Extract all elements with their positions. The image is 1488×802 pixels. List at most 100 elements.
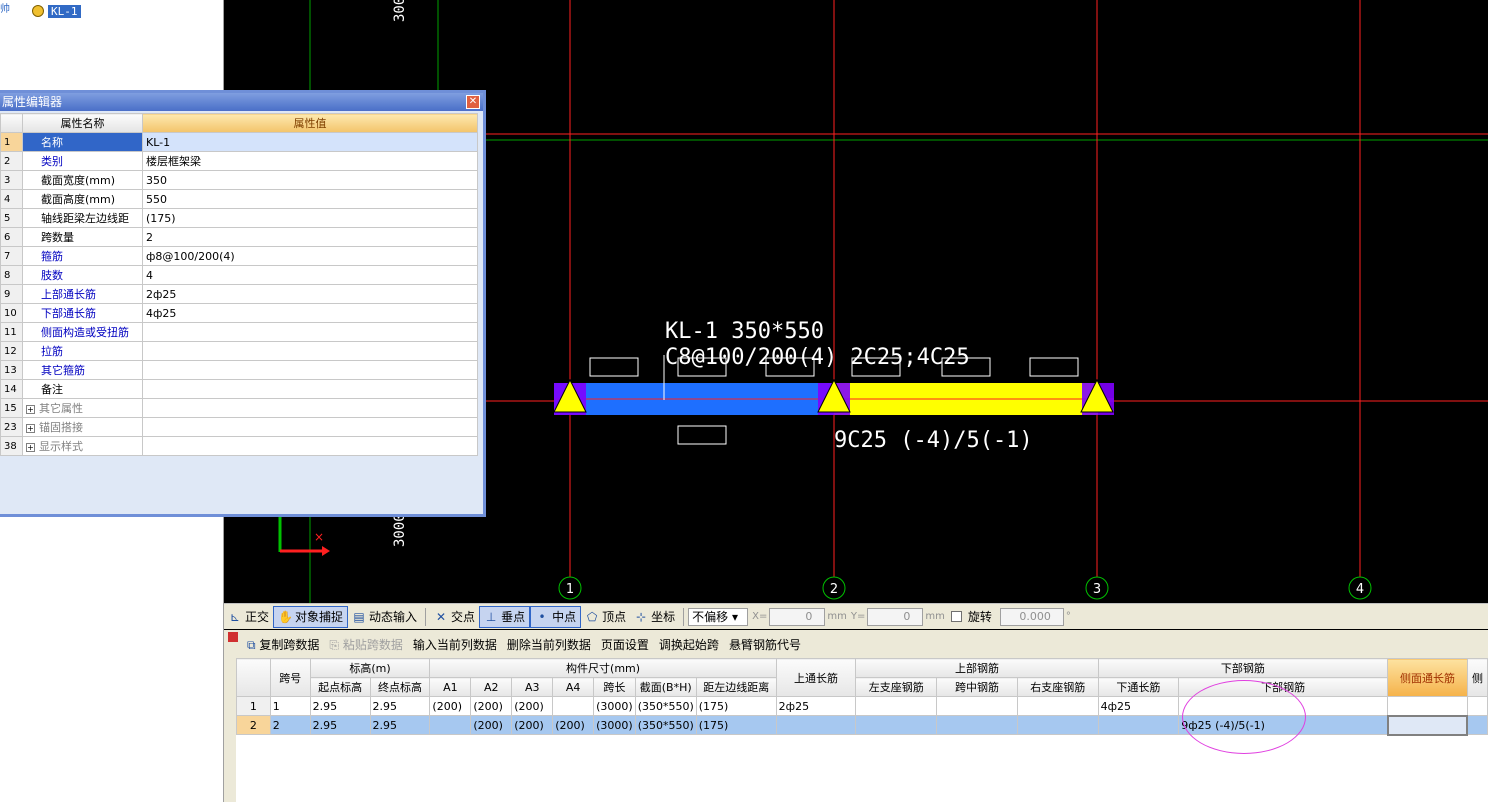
expand-icon[interactable]: + bbox=[26, 443, 35, 452]
cantilever-code-button[interactable]: 悬臂钢筋代号 bbox=[724, 636, 806, 653]
cell-right_sup[interactable] bbox=[1016, 715, 1099, 735]
cell-sec[interactable]: (350*550) bbox=[634, 715, 697, 735]
property-value[interactable] bbox=[142, 417, 478, 437]
page-setup-button[interactable]: 页面设置 bbox=[596, 636, 654, 653]
cell-a2[interactable]: (200) bbox=[470, 696, 513, 716]
col-header-name: 属性名称 bbox=[22, 113, 143, 133]
property-row[interactable]: 38 + 显示样式 bbox=[0, 436, 478, 456]
expand-icon[interactable]: + bbox=[26, 424, 35, 433]
cell-mid[interactable] bbox=[936, 715, 1018, 735]
property-row[interactable]: 4 截面高度(mm) 550 bbox=[0, 189, 478, 209]
property-value[interactable] bbox=[142, 379, 478, 399]
cell-a4[interactable]: (200) bbox=[552, 715, 595, 735]
property-row[interactable]: 5 轴线距梁左边线距 (175) bbox=[0, 208, 478, 228]
property-value[interactable] bbox=[142, 360, 478, 380]
cell-side[interactable] bbox=[1386, 714, 1469, 736]
swap-start-span-button[interactable]: 调换起始跨 bbox=[654, 636, 724, 653]
perpendicular-snap-button[interactable]: ⊥ 垂点 bbox=[479, 605, 531, 628]
cell-more[interactable] bbox=[1466, 715, 1488, 735]
cell-len[interactable]: (3000) bbox=[593, 696, 636, 716]
coord-snap-button[interactable]: ⊹ 坐标 bbox=[630, 606, 679, 628]
property-value[interactable]: 2 bbox=[142, 227, 478, 247]
property-value[interactable] bbox=[142, 436, 478, 456]
property-value[interactable]: 4ф25 bbox=[142, 303, 478, 323]
cell-a1[interactable]: (200) bbox=[429, 696, 472, 716]
property-editor-titlebar[interactable]: 属性编辑器 ✕ bbox=[0, 93, 483, 111]
property-value[interactable]: 550 bbox=[142, 189, 478, 209]
mark-box[interactable] bbox=[589, 357, 639, 377]
cell-a2[interactable]: (200) bbox=[470, 715, 513, 735]
property-row[interactable]: 23 + 锚固搭接 bbox=[0, 417, 478, 437]
input-column-button[interactable]: 输入当前列数据 bbox=[408, 636, 502, 653]
cell-start[interactable]: 2.95 bbox=[309, 696, 371, 716]
cell-a4[interactable] bbox=[552, 696, 595, 716]
property-value[interactable]: 350 bbox=[142, 170, 478, 190]
property-value[interactable]: 2ф25 bbox=[142, 284, 478, 304]
panel-close-icon[interactable] bbox=[228, 632, 238, 642]
cell-left_sup[interactable] bbox=[855, 696, 938, 716]
close-icon[interactable]: ✕ bbox=[466, 95, 480, 109]
property-row[interactable]: 14 备注 bbox=[0, 379, 478, 399]
vertex-snap-button[interactable]: ⬠ 顶点 bbox=[581, 606, 630, 628]
cell-end[interactable]: 2.95 bbox=[369, 696, 431, 716]
rotate-angle-input[interactable]: 0.000 bbox=[999, 607, 1064, 626]
cell-bot_long[interactable]: 4ф25 bbox=[1097, 696, 1180, 716]
cell-a1[interactable] bbox=[429, 715, 472, 735]
property-row[interactable]: 15 + 其它属性 bbox=[0, 398, 478, 418]
property-row[interactable]: 3 截面宽度(mm) 350 bbox=[0, 170, 478, 190]
expand-icon[interactable]: + bbox=[26, 405, 35, 414]
cell-a3[interactable]: (200) bbox=[511, 715, 554, 735]
property-row[interactable]: 1 名称 KL-1 bbox=[0, 132, 478, 152]
cell-top_long[interactable]: 2ф25 bbox=[775, 696, 857, 716]
cell-right_sup[interactable] bbox=[1016, 696, 1099, 716]
cell-start[interactable]: 2.95 bbox=[309, 715, 371, 735]
cell-span[interactable]: 1 bbox=[269, 696, 311, 716]
y-coordinate-input[interactable]: 0 bbox=[867, 607, 924, 626]
property-row[interactable]: 2 类别 楼层框架梁 bbox=[0, 151, 478, 171]
delete-column-button[interactable]: 删除当前列数据 bbox=[502, 636, 596, 653]
property-row[interactable]: 9 上部通长筋 2ф25 bbox=[0, 284, 478, 304]
property-value[interactable] bbox=[142, 398, 478, 418]
cell-mid[interactable] bbox=[936, 696, 1018, 716]
x-coordinate-input[interactable]: 0 bbox=[769, 607, 826, 626]
cell-span[interactable]: 2 bbox=[269, 715, 311, 735]
property-row[interactable]: 7 箍筋 ф8@100/200(4) bbox=[0, 246, 478, 266]
property-value[interactable]: 4 bbox=[142, 265, 478, 285]
cell-bot_long[interactable] bbox=[1097, 715, 1180, 735]
cell-sec[interactable]: (350*550) bbox=[634, 696, 697, 716]
cell-dist[interactable]: (175) bbox=[695, 715, 777, 735]
property-value[interactable] bbox=[142, 341, 478, 361]
cell-len[interactable]: (3000) bbox=[593, 715, 636, 735]
property-row[interactable]: 11 侧面构造或受扭筋 bbox=[0, 322, 478, 342]
paste-span-button[interactable]: ⎘ 粘贴跨数据 bbox=[324, 636, 407, 653]
offset-mode-select[interactable]: 不偏移 ▾ bbox=[688, 607, 749, 626]
property-value[interactable]: KL-1 bbox=[142, 132, 478, 152]
mark-box[interactable] bbox=[677, 425, 727, 445]
cell-more[interactable] bbox=[1466, 696, 1488, 716]
cell-a3[interactable]: (200) bbox=[511, 696, 554, 716]
cell-end[interactable]: 2.95 bbox=[369, 715, 431, 735]
property-value[interactable] bbox=[142, 322, 478, 342]
object-snap-button[interactable]: ✋ 对象捕捉 bbox=[273, 605, 349, 628]
property-value[interactable]: 楼层框架梁 bbox=[142, 151, 478, 171]
copy-span-button[interactable]: ⧉ 复制跨数据 bbox=[242, 636, 324, 653]
cell-top_long[interactable] bbox=[775, 715, 857, 735]
intersection-snap-button[interactable]: ✕ 交点 bbox=[430, 606, 479, 628]
property-value[interactable]: (175) bbox=[142, 208, 478, 228]
mark-box[interactable] bbox=[1029, 357, 1079, 377]
dynamic-input-button[interactable]: ▤ 动态输入 bbox=[348, 606, 421, 628]
ortho-button[interactable]: ⊾ 正交 bbox=[224, 606, 273, 628]
cell-dist[interactable]: (175) bbox=[695, 696, 777, 716]
col-side-long[interactable]: 侧面通长筋 bbox=[1387, 658, 1468, 697]
cell-side[interactable] bbox=[1387, 696, 1468, 716]
property-row[interactable]: 6 跨数量 2 bbox=[0, 227, 478, 247]
property-value[interactable]: ф8@100/200(4) bbox=[142, 246, 478, 266]
cell-left_sup[interactable] bbox=[855, 715, 938, 735]
rotate-checkbox[interactable] bbox=[950, 611, 962, 622]
tree-node-kl1[interactable]: KL-1 bbox=[0, 2, 81, 20]
property-row[interactable]: 8 肢数 4 bbox=[0, 265, 478, 285]
property-row[interactable]: 13 其它箍筋 bbox=[0, 360, 478, 380]
property-row[interactable]: 12 拉筋 bbox=[0, 341, 478, 361]
midpoint-snap-button[interactable]: • 中点 bbox=[530, 605, 582, 628]
property-row[interactable]: 10 下部通长筋 4ф25 bbox=[0, 303, 478, 323]
